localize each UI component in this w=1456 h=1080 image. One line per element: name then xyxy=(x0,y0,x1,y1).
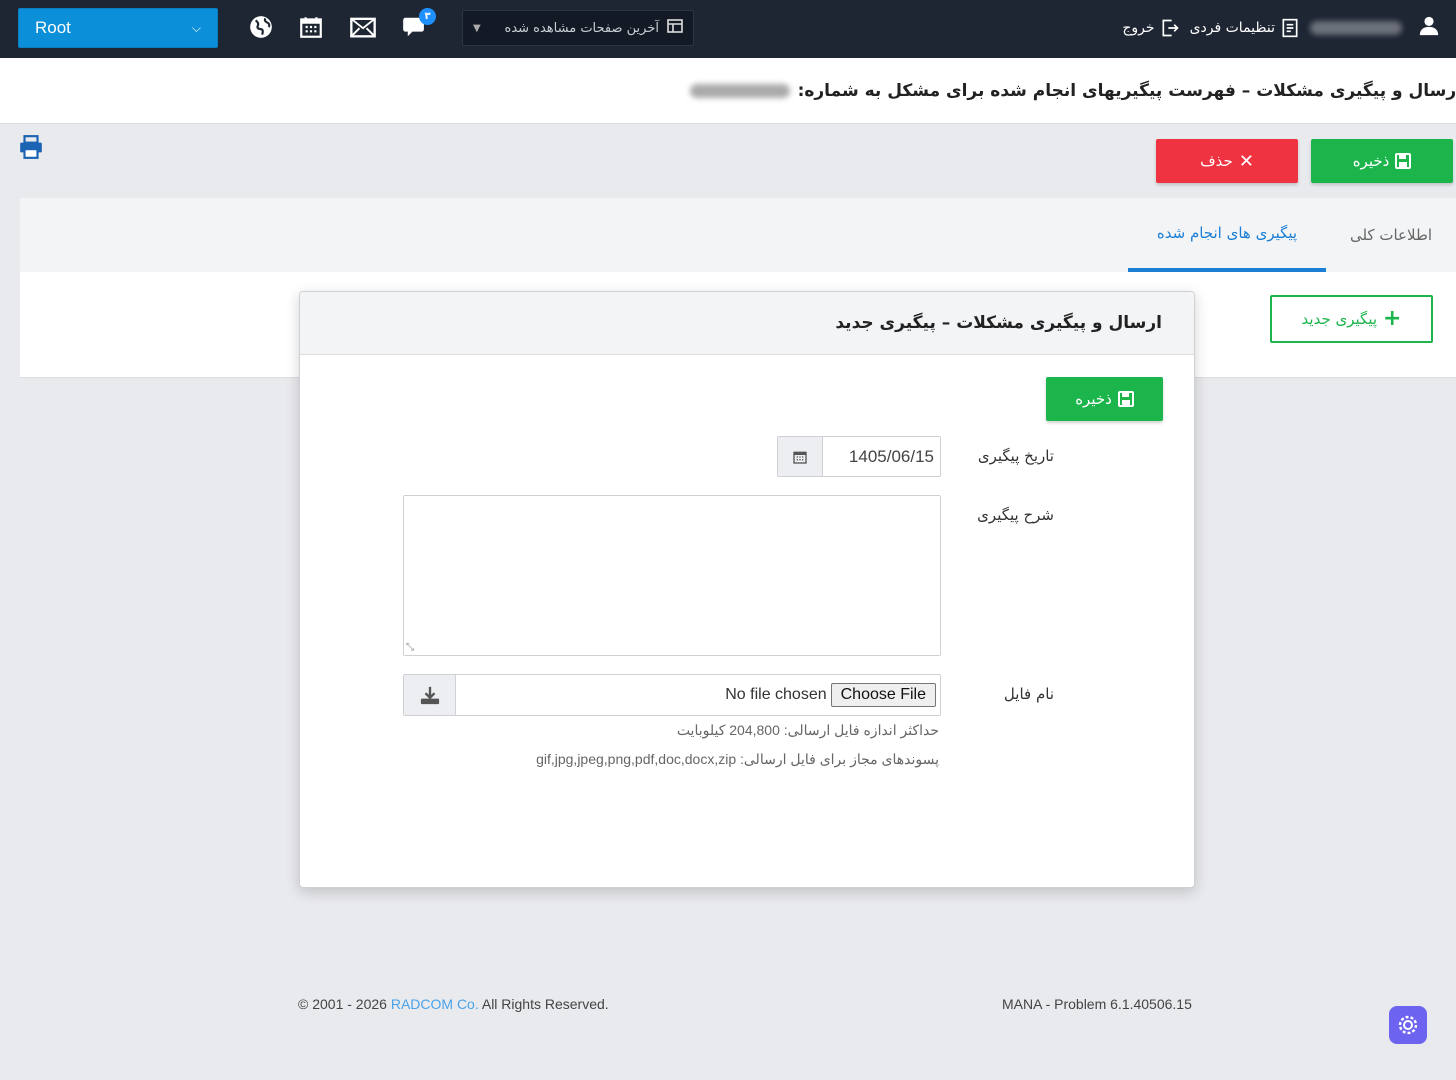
settings-label: تنظیمات فردی xyxy=(1189,20,1275,36)
root-select-value: Root xyxy=(35,18,71,37)
choose-file-button[interactable]: Choose File xyxy=(830,683,936,707)
floppy-icon xyxy=(1117,391,1134,407)
chevron-down-icon: ⌵ xyxy=(191,20,201,35)
close-icon: ✕ xyxy=(1238,150,1254,172)
allowed-extensions-hint: پسوندهای مجاز برای فایل ارسالی: gif,jpg,… xyxy=(536,751,939,767)
recent-pages-dropdown[interactable]: آخرین صفحات مشاهده شده ▼ xyxy=(462,10,694,46)
description-label: شرح پیگیری xyxy=(977,506,1054,524)
download-icon[interactable] xyxy=(404,675,456,715)
problem-number-redacted xyxy=(689,83,790,98)
logout-link[interactable]: خروج xyxy=(1122,18,1179,38)
print-icon[interactable] xyxy=(18,134,44,160)
table-icon xyxy=(667,19,683,37)
file-input: No file chosen Choose File xyxy=(456,675,940,715)
company-link[interactable]: RADCOM Co. xyxy=(391,996,479,1012)
recent-pages-label: آخرین صفحات مشاهده شده xyxy=(504,20,659,36)
date-input[interactable]: 1405/06/15 xyxy=(823,437,940,476)
tab-followups[interactable]: پیگیری های انجام شده xyxy=(1128,198,1326,272)
chat-badge: ۳ xyxy=(419,8,436,25)
save-label: ذخیره xyxy=(1352,152,1390,170)
copyright-prefix: © 2001 - 2026 xyxy=(298,996,391,1012)
save-button[interactable]: ذخیره xyxy=(1311,139,1453,183)
file-label: نام فایل xyxy=(1003,685,1054,703)
max-size-hint: حداکثر اندازه فایل ارسالی: 204,800 کیلوب… xyxy=(676,722,939,738)
title-bar: ارسال و پیگیری مشکلات – فهرست پیگیریهای … xyxy=(0,58,1456,124)
page-title: ارسال و پیگیری مشکلات – فهرست پیگیریهای … xyxy=(797,80,1456,101)
tab-general-info[interactable]: اطلاعات کلی xyxy=(1326,198,1456,272)
date-field[interactable]: 1405/06/15 xyxy=(777,436,941,477)
new-followup-label: پیگیری جدید xyxy=(1301,310,1378,328)
globe-icon[interactable] xyxy=(246,12,276,42)
delete-label: حذف xyxy=(1200,152,1233,170)
mail-icon[interactable] xyxy=(348,12,378,42)
footer-copyright: © 2001 - 2026 RADCOM Co. All Rights Rese… xyxy=(298,996,609,1012)
logout-label: خروج xyxy=(1122,20,1155,36)
top-navbar: Root ⌵ ۳ آخرین صفحات مشاهده شده ▼ تنظیما… xyxy=(0,0,1456,58)
caret-down-icon: ▼ xyxy=(473,22,481,34)
settings-link[interactable]: تنظیمات فردی xyxy=(1190,18,1300,38)
footer-version: MANA - Problem 6.1.40506.15 xyxy=(1002,996,1192,1012)
modal-save-label: ذخیره xyxy=(1075,390,1112,408)
resize-handle-icon[interactable]: ⤡ xyxy=(406,643,416,653)
floppy-icon xyxy=(1395,153,1412,169)
logout-icon xyxy=(1162,19,1179,37)
calendar-icon[interactable] xyxy=(778,437,823,476)
tabs-bar: اطلاعات کلی پیگیری های انجام شده xyxy=(20,198,1456,272)
copyright-suffix: All Rights Reserved. xyxy=(478,996,609,1012)
delete-button[interactable]: ✕ حذف xyxy=(1156,139,1298,183)
plus-icon: + xyxy=(1383,306,1402,331)
modal-header: ارسال و پیگیری مشکلات – پیگیری جدید xyxy=(300,292,1194,355)
support-widget-icon[interactable] xyxy=(1389,1006,1427,1044)
new-followup-modal: ارسال و پیگیری مشکلات – پیگیری جدید ذخیر… xyxy=(299,291,1195,888)
user-name xyxy=(1310,21,1402,35)
new-followup-button[interactable]: + پیگیری جدید xyxy=(1270,295,1433,343)
modal-title: ارسال و پیگیری مشکلات – پیگیری جدید xyxy=(835,313,1162,333)
description-textarea[interactable]: ⤡ xyxy=(403,495,941,656)
tab-general-info-label: اطلاعات کلی xyxy=(1349,226,1433,244)
root-select[interactable]: Root ⌵ xyxy=(18,8,218,48)
tab-followups-label: پیگیری های انجام شده xyxy=(1156,224,1298,242)
calendar-icon[interactable] xyxy=(296,12,326,42)
document-icon xyxy=(1282,18,1298,38)
user-icon[interactable] xyxy=(1418,15,1440,41)
modal-save-button[interactable]: ذخیره xyxy=(1046,377,1163,421)
chat-icon[interactable]: ۳ xyxy=(402,8,436,42)
file-field: No file chosen Choose File xyxy=(403,674,941,716)
file-status: No file chosen xyxy=(725,686,827,703)
date-label: تاریخ پیگیری xyxy=(977,447,1054,465)
user-area: تنظیمات فردی خروج xyxy=(1122,8,1440,48)
